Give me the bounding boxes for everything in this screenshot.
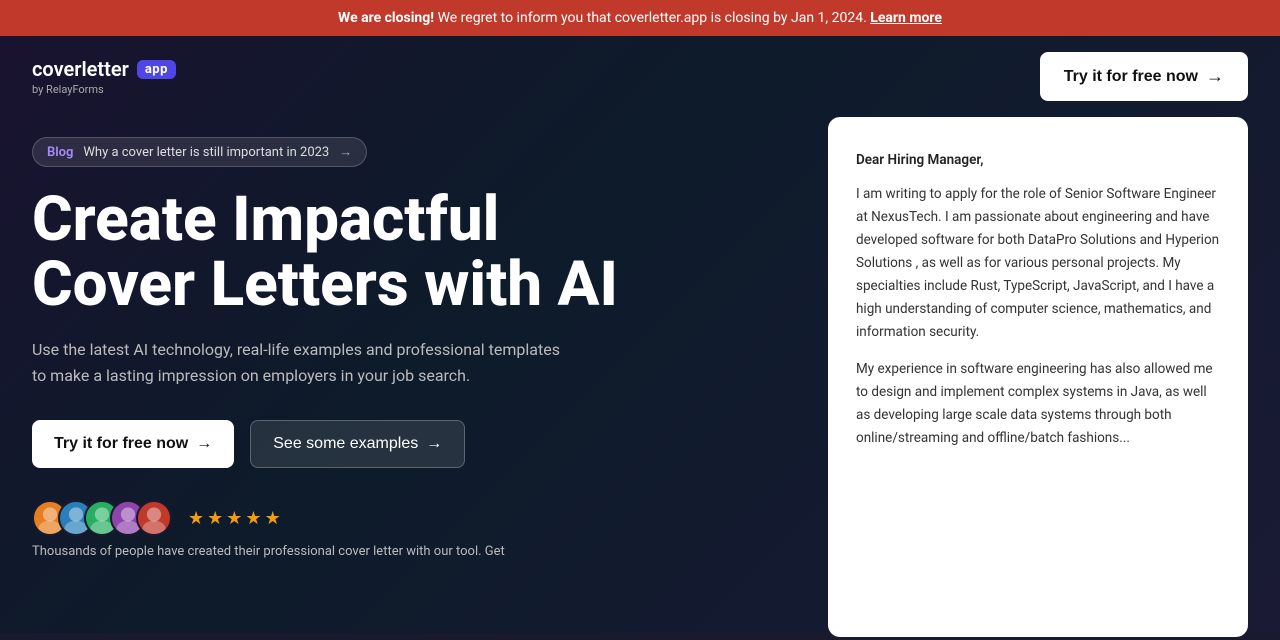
hero-subtext: Use the latest AI technology, real-life … [32, 337, 572, 388]
star-4: ★ [245, 508, 261, 529]
blog-tag[interactable]: Blog Why a cover letter is still importa… [32, 137, 367, 167]
star-3: ★ [226, 508, 242, 529]
star-rating: ★ ★ ★ ★ ★ [188, 508, 281, 529]
header-cta-arrow: → [1206, 66, 1224, 87]
see-examples-label: See some examples [273, 435, 418, 453]
avatar-group [32, 500, 162, 536]
try-free-button[interactable]: Try it for free now → [32, 420, 234, 468]
hero-heading: Create Impactful Cover Letters with AI [32, 187, 788, 317]
see-examples-button[interactable]: See some examples → [250, 420, 465, 468]
logo-by: by RelayForms [32, 83, 176, 96]
star-2: ★ [207, 508, 223, 529]
learn-more-link[interactable]: Learn more [870, 10, 942, 26]
star-5: ★ [265, 508, 281, 529]
logo-area: coverletter app by RelayForms [32, 57, 176, 96]
see-examples-arrow: → [426, 435, 442, 453]
social-proof: ★ ★ ★ ★ ★ [32, 500, 788, 536]
closing-banner: We are closing! We regret to inform you … [0, 0, 1280, 36]
letter-greeting: Dear Hiring Manager, [856, 149, 1220, 171]
blog-tag-title: Why a cover letter is still important in… [83, 145, 329, 160]
star-1: ★ [188, 508, 204, 529]
main-layout: Blog Why a cover letter is still importa… [0, 117, 1280, 640]
cover-letter-preview: Dear Hiring Manager, I am writing to app… [828, 117, 1248, 637]
letter-paragraph-2: My experience in software engineering ha… [856, 358, 1220, 450]
blog-tag-arrow: → [339, 144, 352, 160]
cta-row: Try it for free now → See some examples … [32, 420, 788, 468]
logo-app-badge: app [137, 60, 176, 79]
logo-coverletter: coverletter [32, 57, 129, 81]
hero-line2: Cover Letters with AI [32, 248, 618, 321]
try-free-arrow: → [196, 435, 212, 453]
left-panel: Blog Why a cover letter is still importa… [32, 117, 828, 640]
header: coverletter app by RelayForms Try it for… [0, 36, 1280, 117]
blog-label: Blog [47, 145, 73, 160]
banner-text: We regret to inform you that coverletter… [438, 10, 867, 26]
social-proof-text: Thousands of people have created their p… [32, 544, 788, 559]
header-cta-label: Try it for free now [1064, 68, 1198, 86]
try-free-label: Try it for free now [54, 435, 188, 453]
hero-line1: Create Impactful [32, 183, 499, 256]
avatar-5 [136, 500, 172, 536]
logo-row: coverletter app [32, 57, 176, 81]
header-cta-button[interactable]: Try it for free now → [1040, 52, 1248, 101]
banner-prefix: We are closing! [338, 10, 434, 26]
letter-paragraph-1: I am writing to apply for the role of Se… [856, 183, 1220, 344]
